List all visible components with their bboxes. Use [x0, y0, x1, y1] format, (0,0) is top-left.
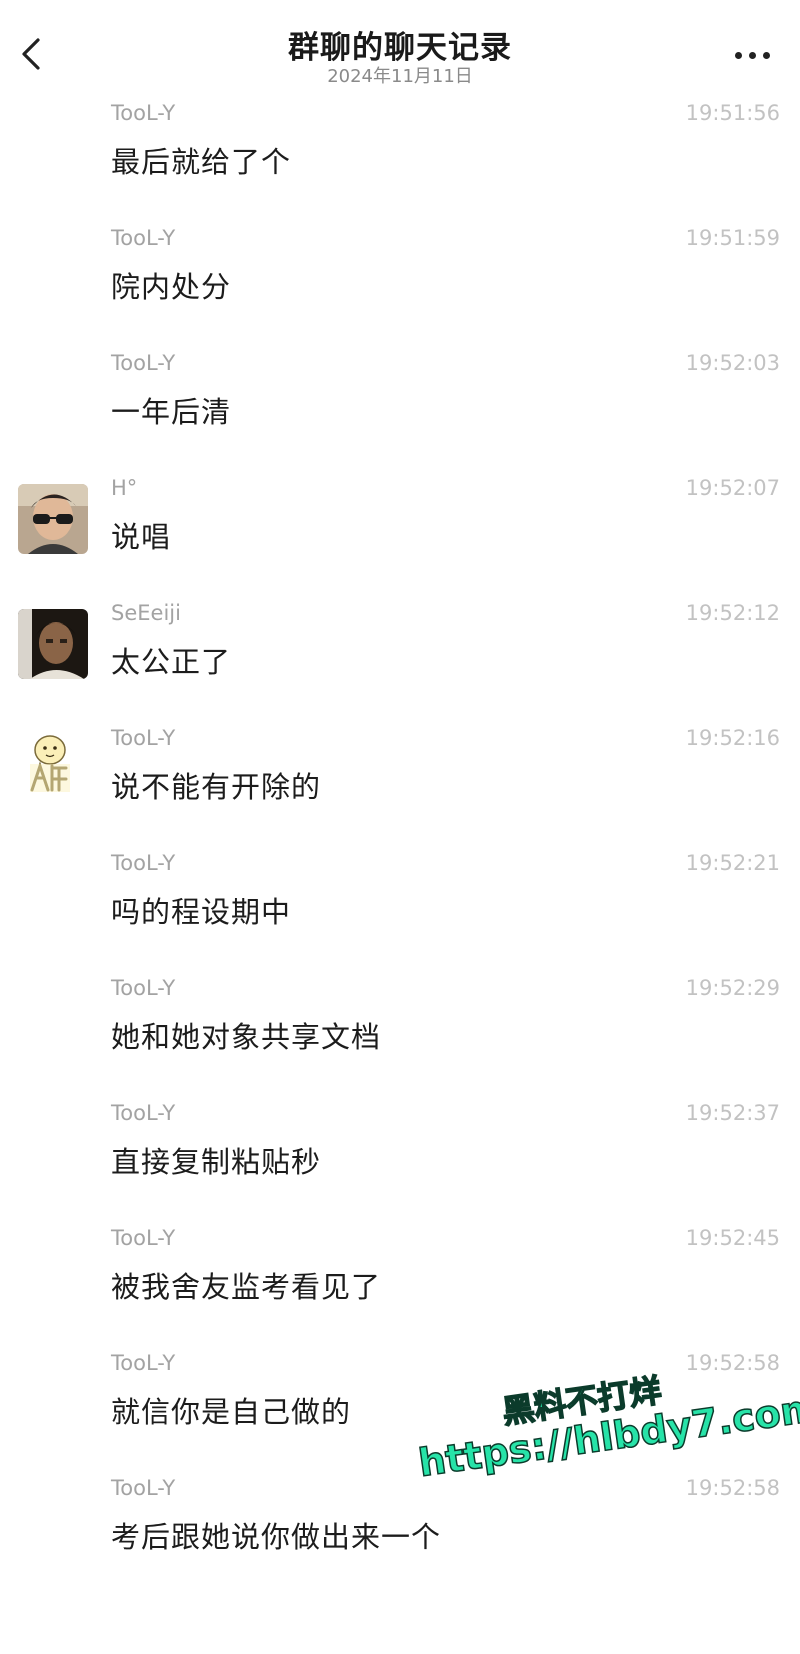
message-item: TooL-Y 19:51:59 院内处分 — [0, 222, 800, 354]
page-title: 群聊的聊天记录 — [288, 30, 512, 66]
avatar[interactable] — [18, 484, 88, 554]
message-text: 说不能有开除的 — [111, 770, 322, 804]
message-time: 19:52:16 — [685, 726, 780, 750]
message-sender: TooL-Y — [111, 851, 176, 875]
message-sender: TooL-Y — [111, 1351, 176, 1375]
message-sender: SeEeiji — [111, 601, 181, 625]
more-horizontal-icon — [735, 51, 742, 59]
message-text: 她和她对象共享文档 — [111, 1020, 382, 1054]
message-sender: TooL-Y — [111, 976, 176, 1000]
message-text: 就信你是自己做的 — [111, 1395, 352, 1429]
message-text: 吗的程设期中 — [111, 895, 292, 929]
message-sender: TooL-Y — [111, 351, 176, 375]
message-item: H° 19:52:07 说唱 — [0, 472, 800, 604]
message-time: 19:52:29 — [685, 976, 780, 1000]
message-time: 19:51:59 — [685, 226, 780, 250]
message-item: TooL-Y 19:52:37 直接复制粘贴秒 — [0, 1097, 800, 1229]
message-time: 19:52:37 — [685, 1101, 780, 1125]
message-item: TooL-Y 19:51:56 最后就给了个 — [0, 97, 800, 229]
chat-header: 群聊的聊天记录 2024年11月11日 — [0, 0, 800, 100]
message-text: 一年后清 — [111, 395, 232, 429]
message-item: TooL-Y 19:52:16 说不能有开除的 — [0, 722, 800, 854]
message-sender: TooL-Y — [111, 1476, 176, 1500]
message-time: 19:52:12 — [685, 601, 780, 625]
avatar[interactable] — [18, 728, 88, 798]
message-item: SeEeiji 19:52:12 太公正了 — [0, 597, 800, 729]
message-text: 最后就给了个 — [111, 145, 292, 179]
message-text: 说唱 — [111, 520, 172, 554]
message-sender: TooL-Y — [111, 726, 176, 750]
message-sender: H° — [111, 476, 138, 500]
avatar-photo — [18, 609, 88, 679]
message-item: TooL-Y 19:52:21 吗的程设期中 — [0, 847, 800, 979]
message-item: TooL-Y 19:52:45 被我舍友监考看见了 — [0, 1222, 800, 1354]
message-text: 考后跟她说你做出来一个 — [111, 1520, 442, 1554]
message-text: 直接复制粘贴秒 — [111, 1145, 322, 1179]
message-sender: TooL-Y — [111, 1101, 176, 1125]
more-button[interactable] — [720, 44, 770, 66]
avatar[interactable] — [18, 609, 88, 679]
message-time: 19:52:58 — [685, 1476, 780, 1500]
message-item: TooL-Y 19:52:58 考后跟她说你做出来一个 — [0, 1472, 800, 1604]
page-date: 2024年11月11日 — [327, 66, 473, 87]
avatar-photo — [18, 484, 88, 554]
message-time: 19:52:21 — [685, 851, 780, 875]
message-time: 19:52:45 — [685, 1226, 780, 1250]
message-sender: TooL-Y — [111, 1226, 176, 1250]
message-sender: TooL-Y — [111, 101, 176, 125]
avatar-cartoon — [18, 728, 88, 798]
message-time: 19:52:07 — [685, 476, 780, 500]
message-text: 太公正了 — [111, 645, 232, 679]
message-text: 院内处分 — [111, 270, 232, 304]
message-item: TooL-Y 19:52:29 她和她对象共享文档 — [0, 972, 800, 1104]
message-time: 19:52:03 — [685, 351, 780, 375]
message-text: 被我舍友监考看见了 — [111, 1270, 382, 1304]
message-time: 19:51:56 — [685, 101, 780, 125]
message-item: TooL-Y 19:52:03 一年后清 — [0, 347, 800, 479]
message-sender: TooL-Y — [111, 226, 176, 250]
